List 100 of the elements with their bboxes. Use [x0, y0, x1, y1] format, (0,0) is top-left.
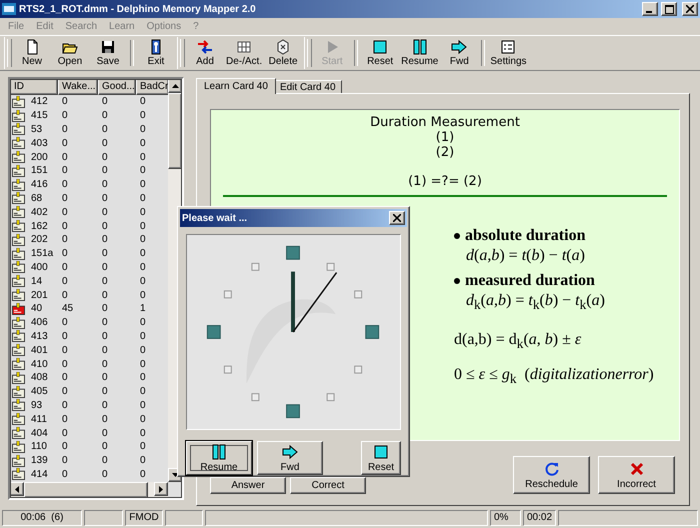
scroll-right-button[interactable] — [154, 482, 168, 496]
table-cell-text: 1 — [139, 303, 147, 314]
close-button[interactable] — [682, 2, 698, 16]
answer-button[interactable]: Answer — [210, 477, 286, 494]
toolbar-button[interactable]: Add — [186, 37, 224, 69]
tab[interactable]: Edit Card 40 — [274, 80, 342, 93]
maximize-icon — [664, 4, 674, 14]
table-cell-text: 0 — [139, 276, 147, 287]
up-arrow-icon — [172, 84, 178, 88]
tab[interactable]: Learn Card 40 — [196, 78, 276, 94]
table-cell-text: 93 — [30, 400, 42, 411]
maximize-button[interactable] — [661, 2, 677, 16]
table-cell-text: 0 — [139, 110, 147, 122]
left-arrow-icon — [15, 486, 19, 492]
table-cell-text: 0 — [139, 372, 147, 384]
column-header[interactable]: Good... — [98, 79, 136, 95]
table-cell-text: 400 — [30, 262, 48, 273]
table-cell-text: 202 — [30, 234, 48, 246]
table-cell-text: 403 — [30, 138, 48, 149]
table-cell-text: 0 — [61, 290, 69, 301]
table-cell-text: 139 — [30, 455, 48, 466]
scrollbar-thumb[interactable] — [168, 93, 182, 169]
table-cell-text: 53 — [30, 124, 42, 135]
toolbar-button[interactable]: Reset — [361, 37, 400, 69]
table-cell-text: 0 — [101, 358, 109, 370]
table-cell-text: 0 — [61, 455, 69, 466]
table-cell-text: 0 — [139, 358, 147, 370]
formula: 0 ≤ ε ≤ g$_{k}$ (digitalizationerror) — [454, 366, 654, 388]
scrollbar-thumb[interactable] — [24, 482, 148, 498]
delete-icon — [275, 39, 292, 55]
table-cell-text: 0 — [61, 330, 69, 342]
table-cell-text: 0 — [61, 96, 69, 108]
dialog-button[interactable]: Reset — [361, 441, 401, 475]
grade-button[interactable]: Reschedule — [513, 456, 590, 494]
toolbar-button[interactable]: Resume — [399, 37, 440, 69]
table-cell-text: 0 — [101, 372, 109, 384]
table-cell-text: 0 — [101, 96, 109, 108]
table-cell-text: 0 — [101, 400, 109, 411]
scroll-left-button[interactable] — [10, 482, 24, 496]
table-cell-text: 0 — [101, 220, 109, 232]
table-cell-text: 0 — [139, 165, 147, 176]
table-cell-text: 0 — [61, 165, 69, 176]
table-cell-text: 0 — [61, 386, 69, 398]
table-cell-text: 413 — [30, 330, 48, 342]
table-cell-text: 0 — [61, 124, 69, 135]
formula: d(a,b) = t(b) − t(a) — [466, 246, 586, 266]
horizontal-scrollbar[interactable] — [10, 482, 168, 498]
table-cell-text: 162 — [30, 220, 48, 232]
table-cell-text: 415 — [30, 110, 48, 122]
toolbar-button[interactable]: De-/Act. — [224, 37, 264, 69]
table-cell-text: 0 — [61, 441, 69, 452]
table-cell-text: 0 — [101, 276, 109, 287]
table-cell-text: 0 — [101, 234, 109, 246]
table-cell-text: 405 — [30, 386, 48, 398]
table-cell-text: 0 — [139, 138, 147, 149]
dialog-button[interactable]: Resume — [186, 441, 252, 475]
dialog-button[interactable]: Fwd — [257, 441, 323, 475]
column-header[interactable]: Wake... — [58, 79, 98, 95]
table-cell-text: 0 — [139, 441, 147, 452]
column-header[interactable]: ID — [10, 79, 58, 95]
table-cell-text: 408 — [30, 372, 48, 384]
pause-icon — [211, 444, 227, 460]
circular-arrow-icon — [544, 460, 560, 476]
table-cell-text: 0 — [61, 372, 69, 384]
table-cell-text: 0 — [139, 386, 147, 398]
stop-icon — [372, 39, 388, 55]
column-header[interactable]: BadCr — [136, 79, 168, 95]
table-cell-text: 0 — [101, 138, 109, 149]
table-cell-text: 404 — [30, 428, 48, 439]
bullet-text: measured duration — [465, 272, 595, 290]
table-cell-text: 0 — [61, 276, 69, 287]
minimize-button[interactable] — [642, 2, 658, 16]
toolbar-button[interactable]: Delete — [264, 37, 302, 69]
scroll-up-button[interactable] — [168, 79, 182, 93]
status-panel — [165, 510, 203, 526]
right-arrow-icon — [159, 486, 163, 492]
status-elapsed: 00:06 (6) — [2, 510, 82, 526]
dialog-title: Please wait ... — [182, 212, 248, 224]
bullet-icon — [454, 233, 460, 239]
grade-button[interactable]: Incorrect — [598, 456, 675, 494]
table-cell-text: 416 — [30, 179, 48, 190]
toolbar-button[interactable]: New — [13, 37, 51, 69]
close-button[interactable] — [389, 211, 405, 225]
table-cell-text: 0 — [139, 330, 147, 342]
toolbar-button[interactable]: Save — [89, 37, 127, 69]
close-icon — [393, 214, 401, 222]
table-cell-text: 0 — [101, 165, 109, 176]
table-cell-text: 406 — [30, 317, 48, 328]
toolbar-button[interactable]: Settings — [488, 37, 529, 69]
toolbar-button[interactable]: Fwd — [440, 37, 478, 69]
toolbar-button[interactable]: Open — [51, 37, 89, 69]
table-cell-text: 412 — [30, 96, 48, 108]
table-cell-text: 411 — [30, 414, 47, 425]
table-cell-text: 0 — [61, 248, 69, 260]
table-cell-text: 0 — [139, 234, 147, 246]
table-cell-text: 0 — [139, 124, 147, 135]
table-cell-text: 0 — [139, 96, 147, 108]
answer-button[interactable]: Correct — [290, 477, 366, 494]
toolbar-button[interactable]: Exit — [137, 37, 175, 69]
table-cell-text: 0 — [139, 414, 147, 425]
